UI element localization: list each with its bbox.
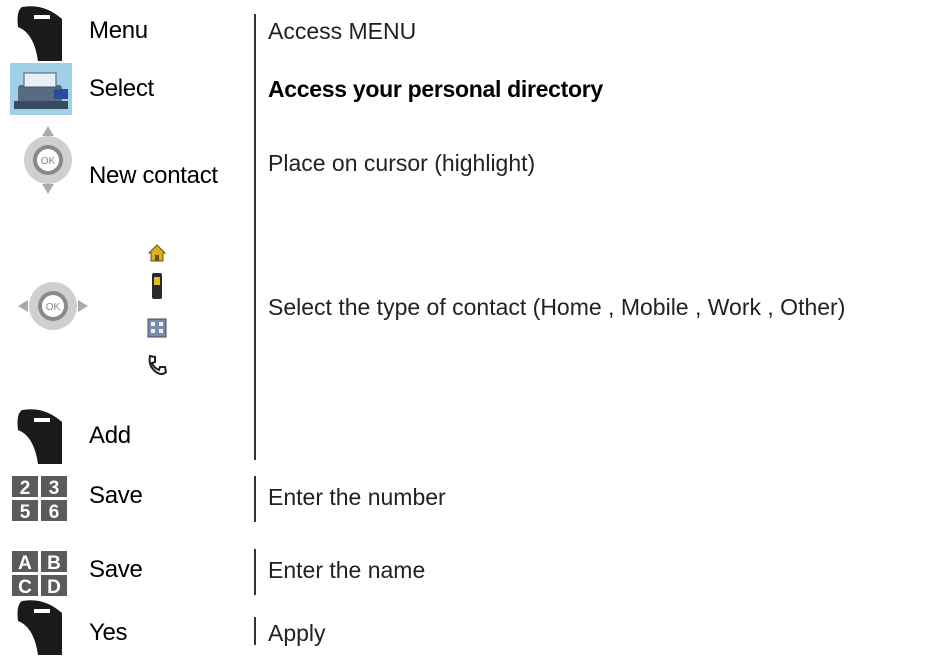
access-menu-text: Access MENU (268, 18, 417, 44)
alpha-keypad-icon: A B C D (12, 551, 68, 602)
ok-text: OK (46, 302, 61, 313)
contact-type-text: Select the type of contact (Home , Mobil… (268, 294, 846, 320)
key-3: 3 (49, 478, 60, 499)
column-divider (254, 14, 256, 460)
directory-icon (10, 63, 72, 120)
key-6: 6 (49, 502, 60, 522)
other-phone-icon (146, 354, 168, 381)
menu-key-label: Menu (89, 17, 148, 44)
numeric-keypad-icon: 2 3 5 6 (12, 476, 68, 527)
soft-key-icon (14, 406, 66, 469)
soft-key-icon (14, 597, 66, 660)
work-icon (147, 318, 167, 343)
yes-key-label: Yes (89, 619, 128, 646)
enter-number-text: Enter the number (268, 484, 446, 510)
ok-text: OK (41, 156, 56, 167)
place-cursor-text: Place on cursor (highlight) (268, 150, 536, 176)
apply-text: Apply (268, 620, 326, 646)
personal-directory-text: Access your personal directory (268, 76, 603, 102)
enter-name-text: Enter the name (268, 557, 426, 583)
new-contact-key-label: New contact (89, 162, 218, 189)
column-divider (254, 617, 256, 645)
key-5: 5 (20, 502, 31, 522)
key-c: C (18, 577, 32, 597)
key-d: D (47, 577, 61, 597)
soft-key-icon (14, 3, 66, 66)
navigator-up-down-icon: OK (16, 124, 80, 201)
navigator-left-right-icon: OK (16, 274, 90, 343)
column-divider (254, 549, 256, 595)
add-key-label: Add (89, 422, 131, 449)
save-name-key-label: Save (89, 556, 143, 583)
save-number-key-label: Save (89, 482, 143, 509)
column-divider (254, 476, 256, 522)
key-a: A (18, 553, 32, 574)
key-2: 2 (20, 478, 31, 499)
mobile-icon (151, 273, 163, 304)
key-b: B (47, 553, 61, 574)
home-icon (147, 244, 167, 267)
select-key-label: Select (89, 75, 154, 102)
